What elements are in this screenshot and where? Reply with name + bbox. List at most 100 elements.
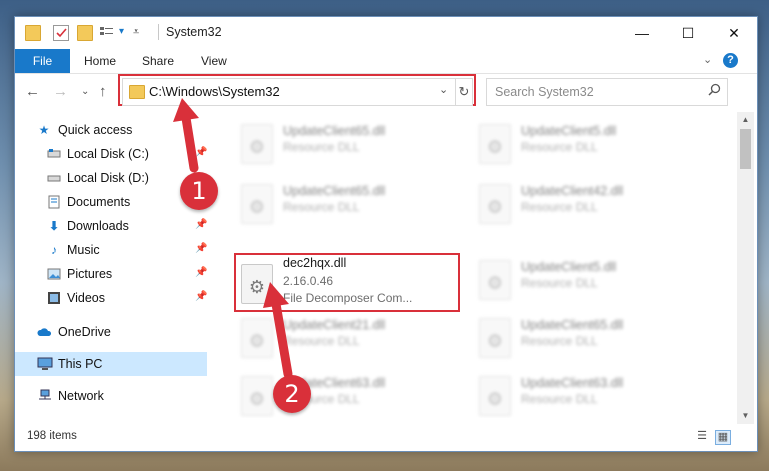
file-name: UpdateClient42.dll xyxy=(521,184,624,198)
sidebar-item-label: Quick access xyxy=(58,123,133,137)
tiles-view-icon[interactable]: ▦ xyxy=(715,430,731,445)
sidebar-item-downloads[interactable]: ⬇ Downloads 📌 xyxy=(15,214,207,238)
file-tile[interactable]: ⚙ UpdateClient63.dll Resource DLL xyxy=(235,370,465,418)
dll-file-icon: ⚙ xyxy=(479,318,511,358)
documents-icon xyxy=(47,195,61,209)
scroll-up-icon[interactable]: ▲ xyxy=(737,112,754,128)
videos-icon xyxy=(47,291,61,305)
dll-file-icon: ⚙ xyxy=(241,376,273,416)
tab-share[interactable]: Share xyxy=(142,49,174,73)
dll-file-icon: ⚙ xyxy=(241,318,273,358)
file-tile[interactable]: ⚙ UpdateClient65.dll Resource DLL xyxy=(235,178,465,232)
pin-icon[interactable]: 📌 xyxy=(195,267,207,278)
sidebar-item-label: Videos xyxy=(67,291,105,305)
file-name: UpdateClient5.dll xyxy=(521,124,617,138)
sidebar-item-videos[interactable]: Videos 📌 xyxy=(15,286,207,310)
search-icon[interactable] xyxy=(708,83,721,99)
file-tile[interactable]: ⚙ UpdateClient5.dll Resource DLL xyxy=(473,254,703,308)
sidebar-item-local-disk-c[interactable]: Local Disk (C:) 📌 xyxy=(15,142,207,166)
file-type: Resource DLL xyxy=(283,140,360,154)
pin-icon[interactable]: 📌 xyxy=(195,291,207,302)
pin-icon[interactable]: 📌 xyxy=(195,147,207,158)
sidebar-item-network[interactable]: Network xyxy=(15,384,207,408)
sidebar-item-documents[interactable]: Documents 📌 xyxy=(15,190,207,214)
tab-file[interactable]: File xyxy=(15,49,70,73)
pin-icon[interactable]: 📌 xyxy=(195,219,207,230)
sidebar-item-pictures[interactable]: Pictures 📌 xyxy=(15,262,207,286)
file-type: Resource DLL xyxy=(521,392,598,406)
file-tile[interactable]: ⚙ UpdateClient65.dll Resource DLL xyxy=(473,312,703,366)
sidebar-item-label: This PC xyxy=(58,357,103,371)
scroll-down-icon[interactable]: ▼ xyxy=(737,408,754,424)
address-path[interactable]: C:\Windows\System32 xyxy=(149,84,280,99)
file-name: UpdateClient5.dll xyxy=(521,260,617,274)
chevron-down-icon[interactable]: ⌄ xyxy=(81,86,89,97)
computer-icon xyxy=(37,357,53,371)
file-type: Resource DLL xyxy=(521,334,598,348)
sidebar-item-music[interactable]: ♪ Music 📌 xyxy=(15,238,207,262)
file-tile[interactable]: ⚙ UpdateClient65.dll Resource DLL xyxy=(235,118,465,172)
file-name: UpdateClient63.dll xyxy=(521,376,624,390)
sidebar-item-local-disk-d[interactable]: Local Disk (D:) xyxy=(15,166,207,190)
refresh-button[interactable]: ↻ xyxy=(455,79,472,105)
sidebar-item-this-pc[interactable]: This PC xyxy=(15,352,207,376)
help-button[interactable]: ? xyxy=(723,53,738,68)
up-arrow-icon[interactable]: ↑ xyxy=(99,83,107,100)
folder-icon xyxy=(25,25,41,41)
new-folder-icon[interactable] xyxy=(77,25,93,41)
file-name: UpdateClient21.dll xyxy=(283,318,386,332)
chevron-down-icon[interactable]: ▾ xyxy=(119,25,133,39)
dll-file-icon: ⚙ xyxy=(479,184,511,224)
minimize-button[interactable]: — xyxy=(619,17,665,49)
tab-view[interactable]: View xyxy=(201,49,227,73)
folder-icon xyxy=(129,85,145,99)
file-tile[interactable]: ⚙ UpdateClient5.dll Resource DLL xyxy=(473,118,703,172)
tab-home[interactable]: Home xyxy=(84,49,116,73)
file-name: UpdateClient65.dll xyxy=(521,318,624,332)
navigation-pane: ★ Quick access Local Disk (C:) 📌 Local D… xyxy=(15,112,207,412)
chevron-down-icon[interactable]: ⌄ xyxy=(439,83,448,96)
vertical-scrollbar[interactable]: ▲ ▼ xyxy=(737,112,754,424)
file-name: UpdateClient65.dll xyxy=(283,184,386,198)
sidebar-item-label: OneDrive xyxy=(58,325,111,339)
title-bar: ▾ ⩡ System32 — ☐ ✕ xyxy=(15,17,757,49)
address-bar[interactable]: C:\Windows\System32 ⌄ ↻ xyxy=(122,78,473,106)
scroll-thumb[interactable] xyxy=(740,129,751,169)
forward-arrow-icon[interactable]: → xyxy=(53,83,68,100)
ribbon-tabs: File Home Share View ⌄ ? xyxy=(15,49,757,74)
chevron-down-icon[interactable]: ⌄ xyxy=(703,53,712,66)
sidebar-item-label: Local Disk (C:) xyxy=(67,147,149,161)
download-icon: ⬇ xyxy=(48,219,60,233)
step-2-callout: 2 xyxy=(273,375,311,413)
file-explorer-window: ▾ ⩡ System32 — ☐ ✕ File Home Share View … xyxy=(14,16,758,452)
file-type: Resource DLL xyxy=(283,200,360,214)
details-view-icon[interactable]: ☰ xyxy=(695,430,709,443)
file-tile[interactable]: ⚙ UpdateClient63.dll Resource DLL xyxy=(473,370,703,418)
close-button[interactable]: ✕ xyxy=(711,17,757,49)
file-type: Resource DLL xyxy=(521,276,598,290)
back-arrow-icon[interactable]: ← xyxy=(25,83,40,100)
file-name: UpdateClient65.dll xyxy=(283,124,386,138)
sidebar-item-onedrive[interactable]: OneDrive xyxy=(15,320,207,344)
pin-icon[interactable]: 📌 xyxy=(195,243,207,254)
search-placeholder: Search System32 xyxy=(495,85,594,99)
sidebar-item-label: Network xyxy=(58,389,104,403)
window-title: System32 xyxy=(166,25,222,39)
sidebar-item-quick-access[interactable]: ★ Quick access xyxy=(15,118,207,142)
sidebar-item-label: Music xyxy=(67,243,100,257)
item-count: 198 items xyxy=(27,430,77,442)
properties-icon[interactable] xyxy=(53,25,69,41)
drive-icon xyxy=(47,147,61,161)
search-input[interactable]: Search System32 xyxy=(486,78,728,106)
sidebar-item-label: Downloads xyxy=(67,219,129,233)
file-tile[interactable]: ⚙ UpdateClient21.dll Resource DLL xyxy=(235,312,465,366)
file-type: Resource DLL xyxy=(283,334,360,348)
file-highlight-box xyxy=(234,253,460,312)
drive-icon xyxy=(47,171,61,185)
quick-access-dropdown-icon[interactable]: ⩡ xyxy=(133,25,147,39)
dll-file-icon: ⚙ xyxy=(479,260,511,300)
sidebar-item-label: Local Disk (D:) xyxy=(67,171,149,185)
file-tile[interactable]: ⚙ UpdateClient42.dll Resource DLL xyxy=(473,178,703,232)
customize-toolbar-icon[interactable] xyxy=(99,25,115,39)
maximize-button[interactable]: ☐ xyxy=(665,17,711,49)
